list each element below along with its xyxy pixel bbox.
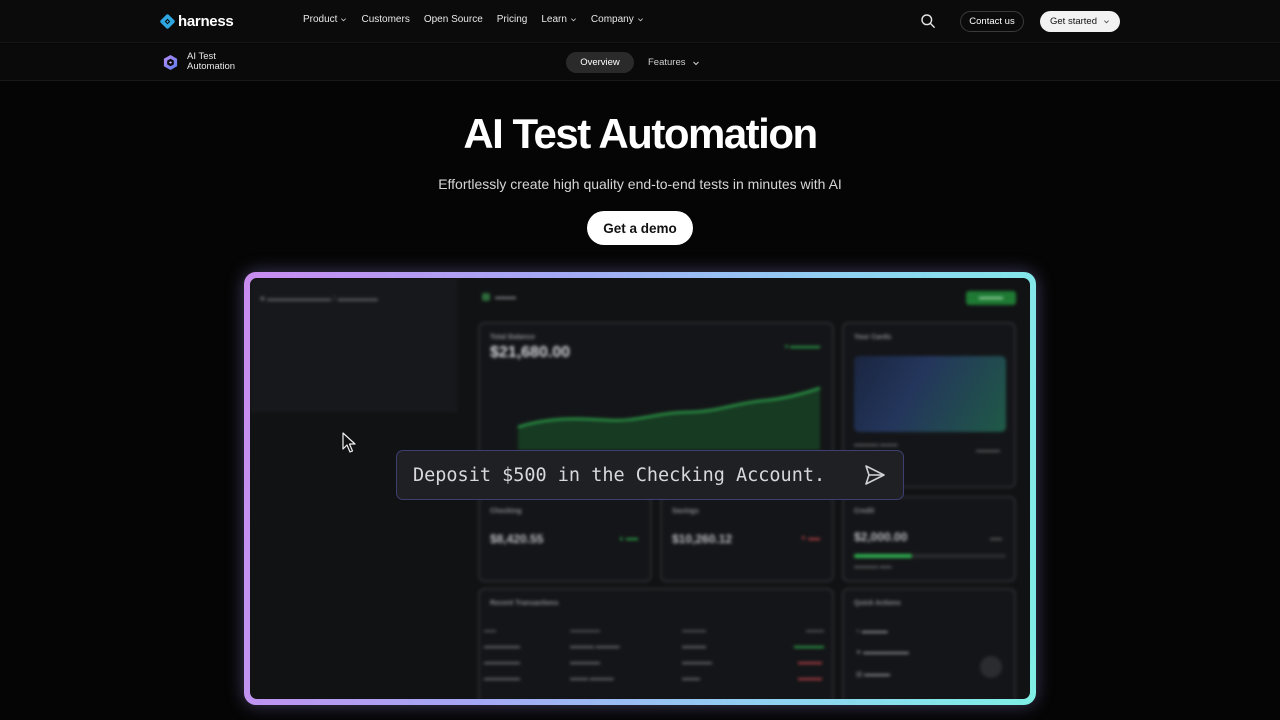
nav-item-company[interactable]: Company	[591, 14, 644, 25]
tab-overview[interactable]: Overview	[566, 52, 634, 73]
recent-transactions-card: Recent Transactions ▬▬ ▬▬▬▬▬ ▬▬▬▬ ▬▬▬ ▬▬…	[478, 588, 834, 699]
quick-action-item: + ▬▬▬▬	[856, 628, 888, 635]
tx-cell: ▬▬▬▬	[798, 676, 822, 682]
tx-cell: ▬▬▬ ▬▬▬▬	[570, 676, 614, 682]
app-brand: ▬▬▬	[482, 293, 516, 301]
chevron-down-icon	[637, 18, 643, 22]
card-trend: ▲ ▬▬	[618, 536, 638, 542]
credit-card: Credit $2,000.00 ▬▬ ▬▬▬▬ ▬▬	[842, 496, 1016, 582]
top-navigation: harness Product Customers Open Source Pr…	[0, 0, 1280, 43]
ai-test-automation-icon	[163, 54, 178, 70]
card-value: $21,680.00	[490, 344, 571, 361]
card-title: Recent Transactions	[490, 600, 559, 607]
mouse-cursor-icon	[342, 432, 356, 453]
brand-name: harness	[178, 13, 234, 30]
card-value: $2,000.00	[854, 530, 908, 544]
tab-label: Overview	[580, 57, 620, 68]
quick-actions-card: Quick Actions + ▬▬▬▬ ➤ ▬▬▬▬▬▬▬ ▤ ▬▬▬▬	[842, 588, 1016, 699]
tx-cell: ▬▬▬▬	[682, 644, 706, 650]
tab-features[interactable]: Features	[648, 57, 700, 68]
nav-item-open-source[interactable]: Open Source	[424, 14, 483, 25]
quick-action-item: ➤ ▬▬▬▬▬▬▬	[856, 649, 909, 656]
demo-screen: ■ ▬▬▬▬▬▬▬▬ / ▬▬▬▬▬ ▬▬▬ ▬▬▬▬ Total Balanc…	[250, 278, 1030, 699]
nav-item-label: Open Source	[423, 14, 483, 25]
tx-column-header: ▬▬▬	[806, 628, 824, 634]
tx-cell: ▬▬▬▬▬	[794, 644, 824, 650]
card-caption: ▬▬▬▬ ▬▬	[854, 564, 892, 570]
page-subtitle: Effortlessly create high quality end-to-…	[438, 176, 842, 192]
get-started-button[interactable]: Get started	[1040, 11, 1120, 32]
chevron-down-icon	[692, 61, 699, 65]
chevron-down-icon	[341, 18, 347, 22]
tx-column-header: ▬▬	[484, 628, 496, 634]
card-caption: ▬▬▬▬ ▬▬▬	[854, 442, 898, 448]
credit-progress-bar	[854, 554, 1006, 558]
tx-cell: ▬▬▬	[682, 676, 700, 682]
nav-item-label: Learn	[541, 14, 567, 25]
card-manage: ▬▬▬▬	[976, 448, 1000, 454]
get-a-demo-button[interactable]: Get a demo	[587, 211, 693, 245]
tx-column-header: ▬▬▬▬	[682, 628, 706, 634]
tab-label: Features	[648, 57, 686, 68]
search-icon[interactable]	[920, 13, 936, 29]
card-title: Savings	[672, 508, 699, 515]
chevron-down-icon	[570, 18, 576, 22]
page-title: AI Test Automation	[463, 110, 818, 157]
nav-item-product[interactable]: Product	[303, 14, 347, 25]
card-title: Your Cards	[854, 334, 892, 341]
card-title: Quick Actions	[854, 600, 901, 607]
tx-cell: ▬▬▬▬▬▬	[484, 660, 520, 666]
send-icon[interactable]	[863, 463, 887, 487]
card-value: $10,260.12	[672, 532, 733, 546]
nav-item-label: Company	[590, 14, 634, 25]
contact-us-button[interactable]: Contact us	[960, 11, 1024, 32]
nav-item-pricing[interactable]: Pricing	[497, 14, 528, 25]
card-title: Checking	[490, 508, 522, 515]
chevron-down-icon	[1104, 20, 1109, 24]
demo-sidebar: ■ ▬▬▬▬▬▬▬▬ / ▬▬▬▬▬	[250, 278, 458, 413]
nav-item-label: Customers	[361, 14, 410, 25]
harness-logo[interactable]: harness	[160, 13, 234, 30]
balance-trend: ● ▬▬▬▬▬	[784, 344, 820, 350]
harness-logo-icon	[160, 14, 175, 29]
product-demo-frame: ■ ▬▬▬▬▬▬▬▬ / ▬▬▬▬▬ ▬▬▬ ▬▬▬▬ Total Balanc…	[244, 272, 1036, 705]
quick-action-item: ▤ ▬▬▬▬	[856, 671, 890, 678]
sidebar-breadcrumb: ■ ▬▬▬▬▬▬▬▬ / ▬▬▬▬▬	[260, 294, 378, 303]
product-subnav: AI Test Automation Overview Features	[0, 44, 1280, 81]
tx-cell: ▬▬▬▬	[798, 660, 822, 666]
balance-chart	[517, 387, 821, 450]
main-menu: Product Customers Open Source Pricing Le…	[303, 14, 644, 25]
tx-cell: ▬▬▬▬ ▬▬▬▬	[570, 644, 620, 650]
card-trend: ▼ ▬▬	[800, 536, 820, 542]
nav-item-learn[interactable]: Learn	[541, 14, 577, 25]
product-name: AI Test Automation	[187, 51, 236, 72]
ai-prompt-bar	[396, 450, 904, 500]
nav-item-customers[interactable]: Customers	[361, 14, 409, 25]
tx-cell: ▬▬▬▬▬	[682, 660, 712, 666]
ai-prompt-input[interactable]	[413, 464, 843, 486]
tx-column-header: ▬▬▬▬▬	[570, 628, 600, 634]
credit-card-visual	[854, 356, 1006, 432]
card-title: Credit	[854, 508, 875, 515]
nav-item-label: Pricing	[496, 14, 528, 25]
chat-bubble	[980, 656, 1002, 678]
product-identity[interactable]: AI Test Automation	[162, 52, 247, 72]
card-value: $8,420.55	[490, 532, 544, 546]
tx-cell: ▬▬▬▬▬▬	[484, 676, 520, 682]
app-action-button: ▬▬▬▬	[966, 291, 1016, 305]
tx-cell: ▬▬▬▬▬▬	[484, 644, 520, 650]
savings-card: Savings $10,260.12 ▼ ▬▬	[660, 496, 834, 582]
card-trend: ▬▬	[990, 536, 1002, 542]
checking-card: Checking $8,420.55 ▲ ▬▬	[478, 496, 652, 582]
get-started-label: Get started	[1050, 16, 1097, 27]
card-title: Total Balance	[490, 334, 535, 341]
tx-cell: ▬▬▬▬▬	[570, 660, 600, 666]
nav-item-label: Product	[303, 14, 338, 25]
